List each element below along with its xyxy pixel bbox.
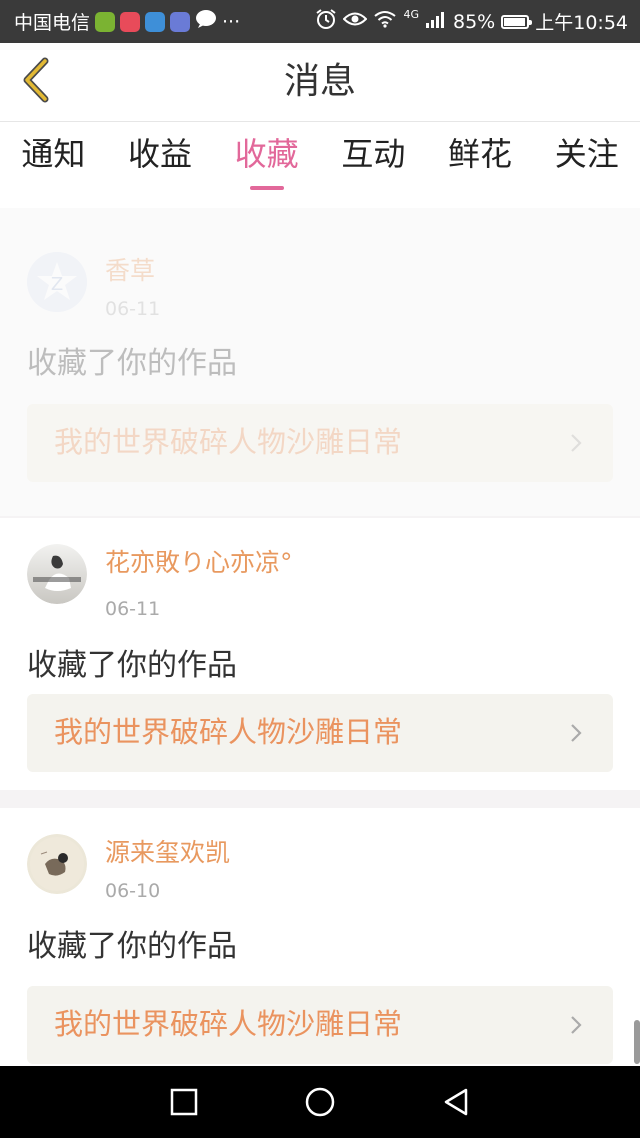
username[interactable]: 源来玺欢凯 (105, 838, 230, 868)
svg-text:Z: Z (51, 274, 63, 295)
favorites-feed: Z 香草 06-11 收藏了你的作品 我的世界破碎人物沙雕日常 花亦敗り心亦凉°… (0, 208, 640, 1066)
action-text: 收藏了你的作品 (27, 346, 237, 381)
system-back-button[interactable] (436, 1082, 476, 1122)
network-type-label: 4G (403, 8, 419, 21)
square-icon (170, 1088, 198, 1116)
username[interactable]: 香草 (105, 256, 155, 286)
tab-following[interactable]: 关注 (533, 122, 640, 208)
chevron-right-icon (571, 724, 582, 742)
timestamp: 06-11 (105, 598, 161, 620)
work-link[interactable]: 我的世界破碎人物沙雕日常 (27, 694, 613, 772)
list-item: Z 香草 06-11 收藏了你的作品 我的世界破碎人物沙雕日常 (0, 208, 640, 516)
clock: 上午10:54 (535, 12, 628, 34)
triangle-back-icon (444, 1088, 468, 1116)
avatar[interactable] (27, 544, 87, 604)
wifi-icon (373, 10, 397, 33)
username[interactable]: 花亦敗り心亦凉° (105, 548, 293, 578)
work-title: 我的世界破碎人物沙雕日常 (54, 1007, 403, 1041)
music-icon (170, 11, 191, 32)
timestamp: 06-10 (105, 880, 161, 902)
avatar[interactable]: Z (27, 252, 87, 312)
carrier-label: 中国电信 (14, 12, 91, 34)
eye-comfort-icon (343, 10, 368, 33)
recent-apps-button[interactable] (164, 1082, 204, 1122)
alarm-icon (315, 8, 337, 35)
chevron-right-icon (571, 1016, 582, 1034)
list-item: 源来玺欢凯 06-10 收藏了你的作品 我的世界破碎人物沙雕日常 (0, 808, 640, 1066)
scrollbar[interactable] (634, 1020, 640, 1064)
signal-icon (425, 10, 447, 33)
tab-earnings[interactable]: 收益 (107, 122, 214, 208)
app-header: 消息 (0, 43, 640, 122)
tab-notifications[interactable]: 通知 (0, 122, 107, 208)
battery-icon (501, 14, 533, 29)
tab-favorites[interactable]: 收藏 (213, 122, 320, 208)
home-button[interactable] (300, 1082, 340, 1122)
work-link[interactable]: 我的世界破碎人物沙雕日常 (27, 986, 613, 1064)
timestamp: 06-11 (105, 298, 161, 320)
work-title: 我的世界破碎人物沙雕日常 (54, 425, 403, 459)
circle-icon (305, 1087, 335, 1117)
telegram-icon (145, 11, 166, 32)
work-link[interactable]: 我的世界破碎人物沙雕日常 (27, 404, 613, 482)
action-text: 收藏了你的作品 (27, 648, 237, 683)
status-left: 中国电信 ··· (14, 8, 240, 35)
chat-bubble-icon (195, 9, 217, 34)
page-title: 消息 (283, 61, 356, 102)
battery-level (504, 17, 525, 26)
action-text: 收藏了你的作品 (27, 929, 237, 964)
chevron-right-icon (571, 434, 582, 452)
tab-interactions[interactable]: 互动 (320, 122, 427, 208)
status-right: 4G 85% 上午10:54 (315, 8, 628, 35)
status-bar: 中国电信 ··· 4G 85% 上午10:54 (0, 0, 640, 43)
more-notifications: ··· (222, 10, 241, 33)
list-item: 花亦敗り心亦凉° 06-11 收藏了你的作品 我的世界破碎人物沙雕日常 (0, 518, 640, 790)
app-notification-icon (95, 11, 116, 32)
message-tabs: 通知 收益 收藏 互动 鲜花 关注 (0, 122, 640, 208)
tab-flowers[interactable]: 鲜花 (427, 122, 534, 208)
work-title: 我的世界破碎人物沙雕日常 (54, 715, 403, 749)
avatar[interactable] (27, 834, 87, 894)
system-nav-bar (0, 1066, 640, 1138)
battery-percent: 85% (453, 10, 496, 33)
app-notification-icon (120, 11, 141, 32)
